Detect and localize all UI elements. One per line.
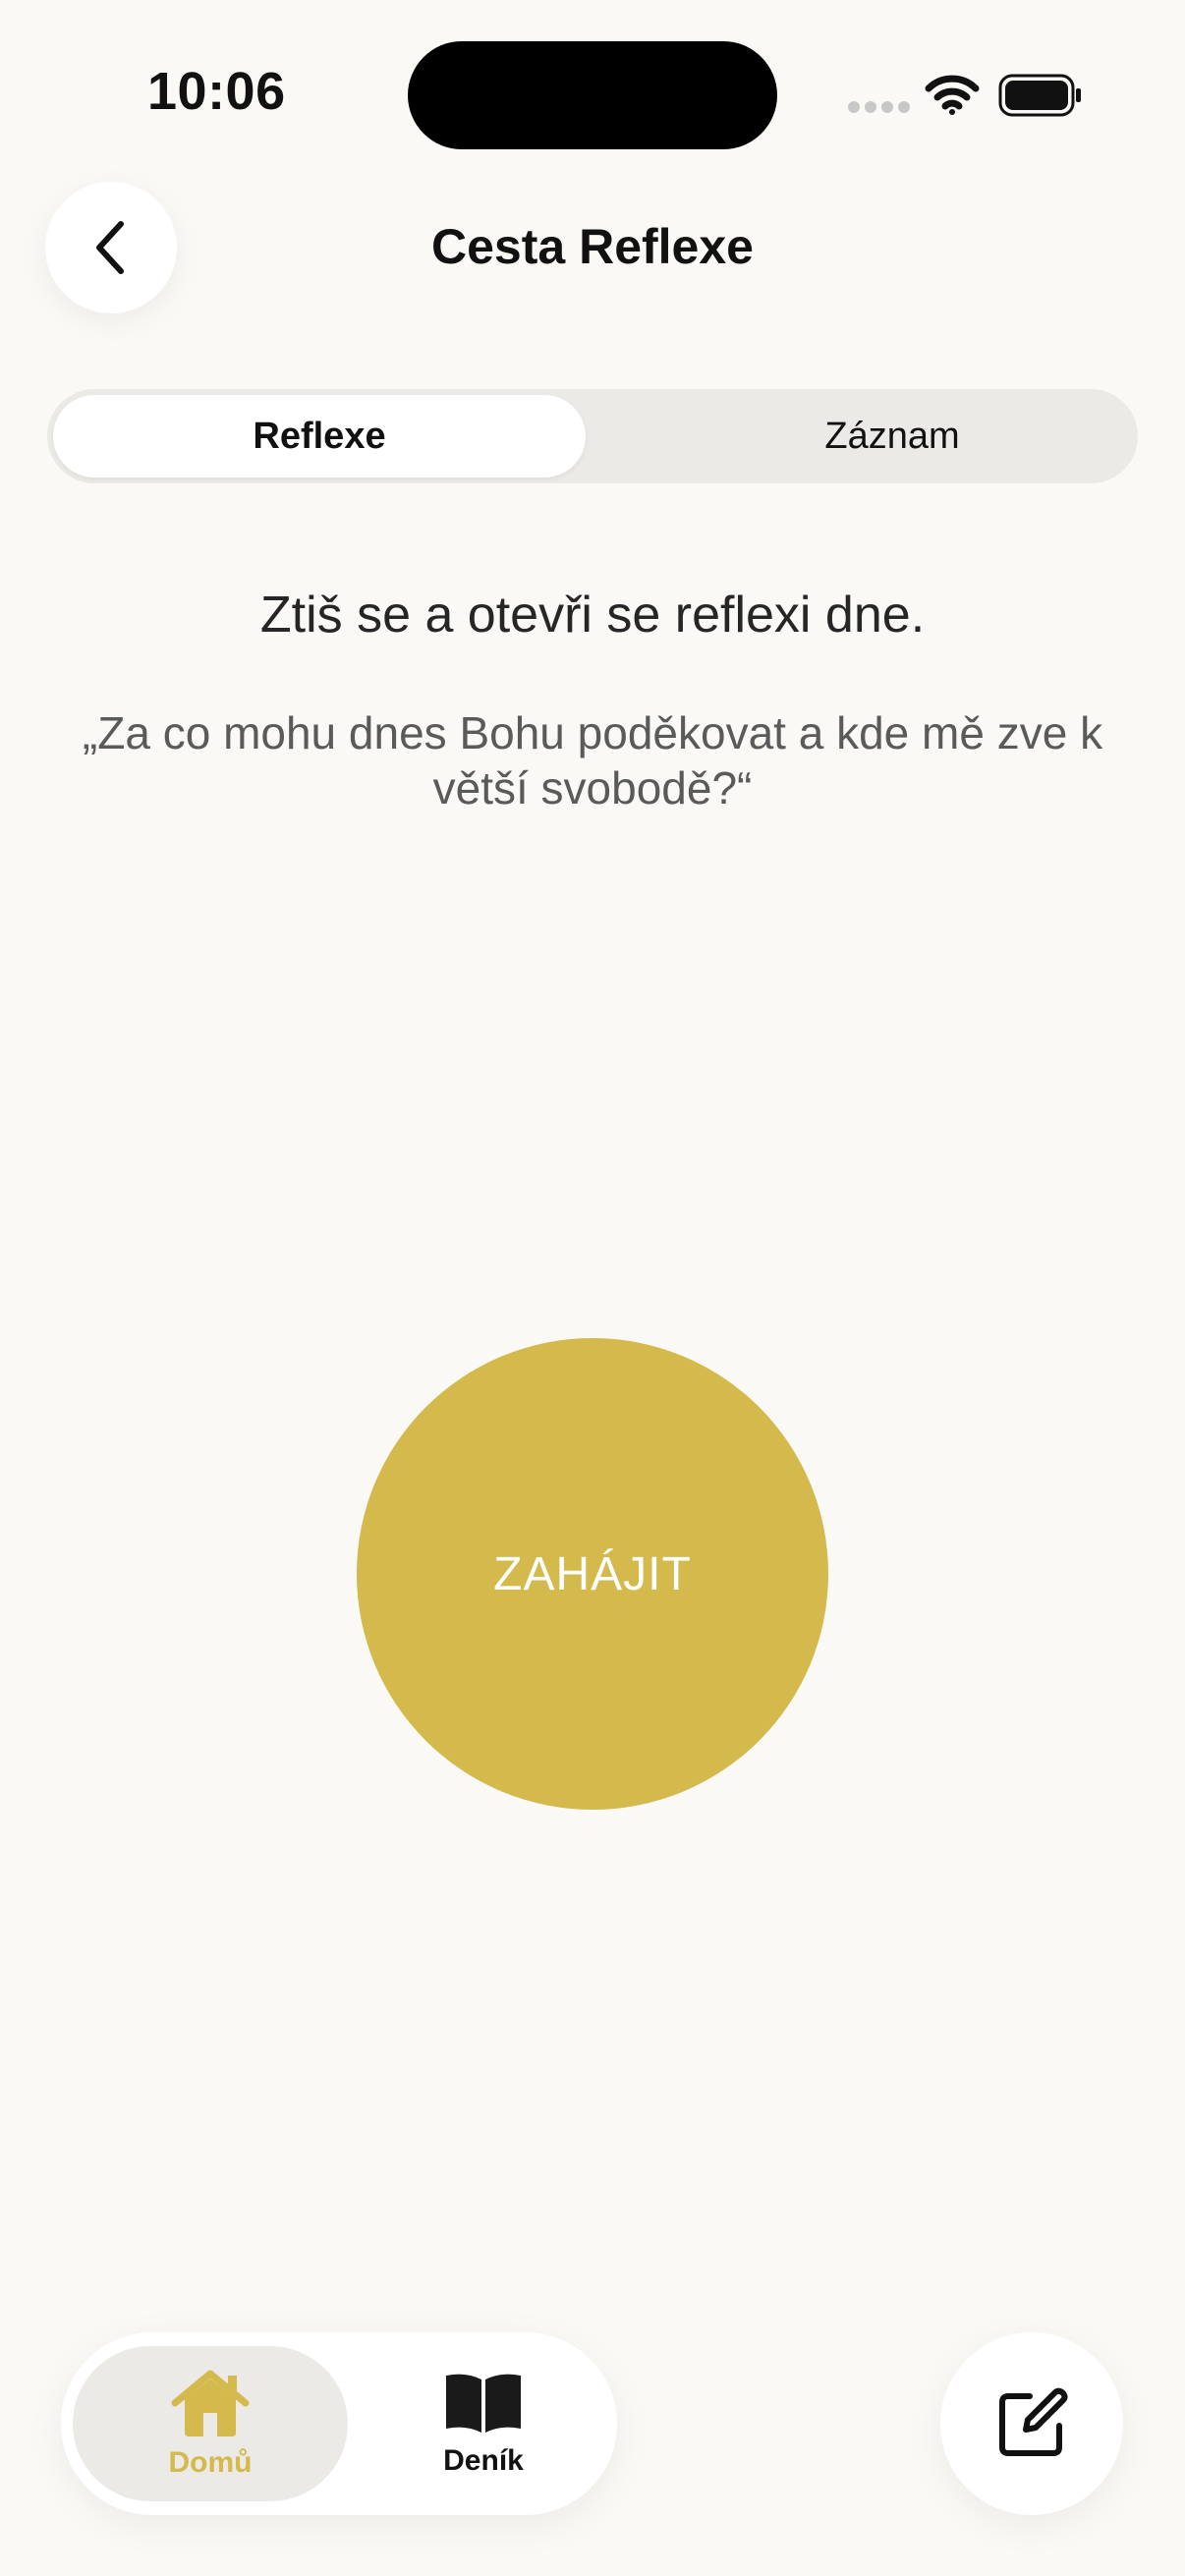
tab-zaznam[interactable]: Záznam <box>637 395 1148 477</box>
start-button-label: ZAHÁJIT <box>493 1547 692 1600</box>
tab-journal-label: Deník <box>443 2444 524 2477</box>
tab-journal[interactable]: Deník <box>346 2346 621 2501</box>
book-icon <box>446 2374 521 2433</box>
reflection-quote: „Za co mohu dnes Bohu poděkovat a kde mě… <box>82 707 1103 813</box>
wifi-icon <box>925 75 980 115</box>
status-time: 10:06 <box>147 62 286 121</box>
battery-icon <box>998 74 1081 117</box>
tab-reflexe[interactable]: Reflexe <box>53 395 586 477</box>
page-title: Cesta Reflexe <box>431 219 754 274</box>
dynamic-island <box>408 41 777 149</box>
tab-home-label: Domů <box>168 2446 253 2479</box>
compose-button[interactable] <box>940 2332 1123 2515</box>
compose-icon <box>999 2387 1068 2456</box>
reflection-prompt: Ztiš se a otevři se reflexi dne. <box>259 587 926 644</box>
cellular-signal-icon <box>848 101 910 113</box>
house-icon <box>171 2370 250 2436</box>
start-button[interactable]: ZAHÁJIT <box>357 1338 828 1810</box>
tab-bar: Domů Deník <box>61 2332 617 2515</box>
tab-home[interactable]: Domů <box>73 2346 348 2501</box>
segmented-control: Reflexe Záznam <box>47 389 1138 483</box>
